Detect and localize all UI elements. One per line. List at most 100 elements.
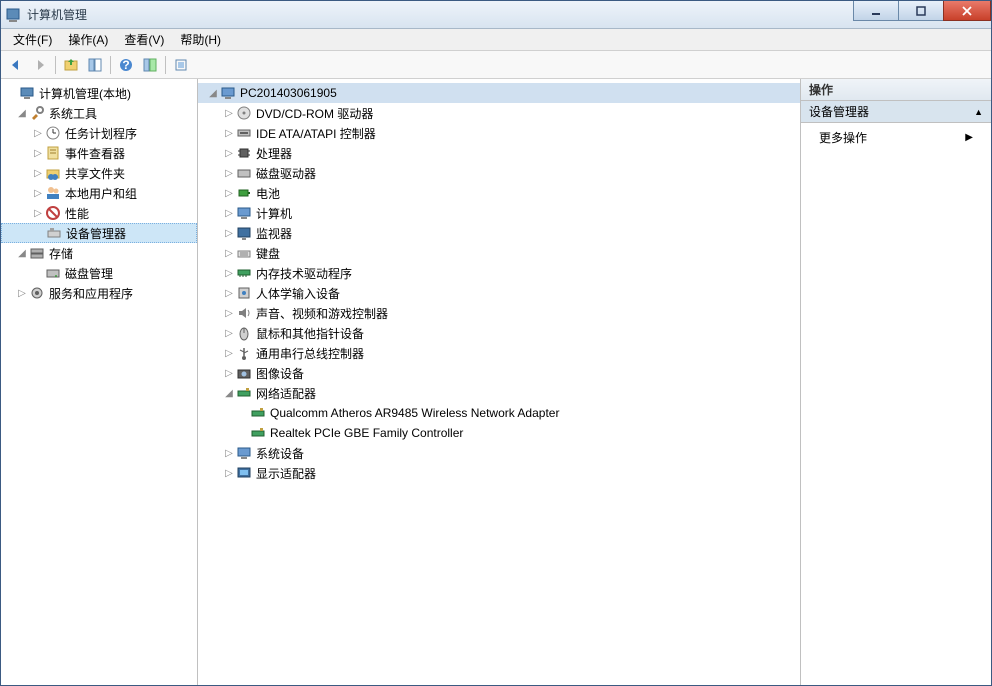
expander-icon[interactable]: ▷ — [222, 308, 236, 319]
console-tree[interactable]: ▷ 计算机管理(本地) ◢ 系统工具 ▷ 任务计划程序 ▷ 事件查看器 ▷ 共享… — [1, 79, 198, 685]
dev-ide[interactable]: ▷IDE ATA/ATAPI 控制器 — [198, 123, 800, 143]
expander-icon[interactable]: ▷ — [31, 208, 45, 219]
back-button[interactable] — [5, 54, 27, 76]
expander-icon[interactable]: ▷ — [222, 228, 236, 239]
maximize-button[interactable] — [898, 1, 944, 21]
dev-net-adapter-2[interactable]: Realtek PCIe GBE Family Controller — [198, 423, 800, 443]
dev-batteries[interactable]: ▷电池 — [198, 183, 800, 203]
expander-icon[interactable]: ◢ — [15, 248, 29, 259]
dev-computer[interactable]: ◢ PC201403061905 — [198, 83, 800, 103]
expander-icon[interactable]: ▷ — [31, 188, 45, 199]
tree-label: 监视器 — [256, 225, 292, 242]
forward-button[interactable] — [29, 54, 51, 76]
tree-shared-folders[interactable]: ▷ 共享文件夹 — [1, 163, 197, 183]
app-icon — [5, 7, 21, 23]
expander-icon[interactable]: ▷ — [222, 148, 236, 159]
window-buttons — [854, 1, 991, 21]
expander-icon[interactable]: ▷ — [222, 448, 236, 459]
show-hide-tree-button[interactable] — [84, 54, 106, 76]
dev-computers[interactable]: ▷计算机 — [198, 203, 800, 223]
dev-hid[interactable]: ▷ 人体学输入设备 — [198, 283, 800, 303]
expander-icon[interactable]: ▷ — [222, 128, 236, 139]
tree-label: 事件查看器 — [65, 145, 125, 162]
expander-icon[interactable]: ◢ — [222, 388, 236, 399]
dev-sound[interactable]: ▷声音、视频和游戏控制器 — [198, 303, 800, 323]
tree-label: 设备管理器 — [66, 225, 126, 242]
tree-local-users[interactable]: ▷ 本地用户和组 — [1, 183, 197, 203]
clock-icon — [45, 125, 61, 141]
expander-icon[interactable]: ▷ — [31, 148, 45, 159]
dev-keyboards[interactable]: ▷键盘 — [198, 243, 800, 263]
performance-icon — [45, 205, 61, 221]
menu-bar: 文件(F) 操作(A) 查看(V) 帮助(H) — [1, 29, 991, 51]
expander-icon[interactable]: ▷ — [222, 368, 236, 379]
minimize-button[interactable] — [853, 1, 899, 21]
expander-icon[interactable]: ▷ — [222, 208, 236, 219]
expander-icon[interactable]: ▷ — [222, 288, 236, 299]
expander-icon[interactable]: ▷ — [222, 248, 236, 259]
usb-icon — [236, 345, 252, 361]
computer-icon — [220, 85, 236, 101]
dev-processors[interactable]: ▷ 处理器 — [198, 143, 800, 163]
dev-net-adapter-1[interactable]: Qualcomm Atheros AR9485 Wireless Network… — [198, 403, 800, 423]
battery-icon — [236, 185, 252, 201]
up-button[interactable] — [60, 54, 82, 76]
expander-icon[interactable]: ▷ — [222, 328, 236, 339]
expander-icon[interactable]: ▷ — [222, 188, 236, 199]
tree-label: 图像设备 — [256, 365, 304, 382]
tree-performance[interactable]: ▷ 性能 — [1, 203, 197, 223]
expander-icon[interactable]: ▷ — [222, 468, 236, 479]
refresh-button[interactable] — [170, 54, 192, 76]
dev-usb[interactable]: ▷通用串行总线控制器 — [198, 343, 800, 363]
dev-monitors[interactable]: ▷ 监视器 — [198, 223, 800, 243]
tree-services[interactable]: ▷ 服务和应用程序 — [1, 283, 197, 303]
dev-imaging[interactable]: ▷ 图像设备 — [198, 363, 800, 383]
tree-label: 系统设备 — [256, 445, 304, 462]
tree-storage[interactable]: ◢ 存储 — [1, 243, 197, 263]
tree-root[interactable]: ▷ 计算机管理(本地) — [1, 83, 197, 103]
keyboard-icon — [236, 245, 252, 261]
dev-disk-drives[interactable]: ▷磁盘驱动器 — [198, 163, 800, 183]
dev-network[interactable]: ◢ 网络适配器 — [198, 383, 800, 403]
menu-action[interactable]: 操作(A) — [60, 29, 116, 50]
tree-system-tools[interactable]: ◢ 系统工具 — [1, 103, 197, 123]
expander-icon[interactable]: ▷ — [31, 168, 45, 179]
expander-icon[interactable]: ▷ — [15, 288, 29, 299]
tree-label: 存储 — [49, 245, 73, 262]
expander-icon[interactable]: ▷ — [222, 168, 236, 179]
tree-label: 网络适配器 — [256, 385, 316, 402]
tree-label: 处理器 — [256, 145, 292, 162]
storage-icon — [29, 245, 45, 261]
tree-disk-mgmt[interactable]: ▷ 磁盘管理 — [1, 263, 197, 283]
menu-file[interactable]: 文件(F) — [5, 29, 60, 50]
properties-button[interactable] — [139, 54, 161, 76]
actions-section[interactable]: 设备管理器 ▲ — [801, 101, 991, 123]
tree-label: 人体学输入设备 — [256, 285, 340, 302]
tree-device-manager[interactable]: ▷ 设备管理器 — [1, 223, 197, 243]
device-tree[interactable]: ◢ PC201403061905 ▷DVD/CD-ROM 驱动器 ▷IDE AT… — [198, 79, 801, 685]
memory-icon — [236, 265, 252, 281]
tree-label: 显示适配器 — [256, 465, 316, 482]
mouse-icon — [236, 325, 252, 341]
submenu-icon: ▶ — [965, 132, 973, 143]
expander-icon[interactable]: ◢ — [206, 88, 220, 99]
expander-icon[interactable]: ▷ — [222, 348, 236, 359]
help-button[interactable]: ? — [115, 54, 137, 76]
menu-view[interactable]: 查看(V) — [116, 29, 172, 50]
dev-memtech[interactable]: ▷内存技术驱动程序 — [198, 263, 800, 283]
expander-icon[interactable]: ▷ — [31, 128, 45, 139]
services-icon — [29, 285, 45, 301]
expander-icon[interactable]: ▷ — [222, 268, 236, 279]
dev-display[interactable]: ▷ 显示适配器 — [198, 463, 800, 483]
disk-drive-icon — [236, 165, 252, 181]
expander-icon[interactable]: ◢ — [15, 108, 29, 119]
dev-system[interactable]: ▷ 系统设备 — [198, 443, 800, 463]
close-button[interactable] — [943, 1, 991, 21]
actions-more[interactable]: 更多操作 ▶ — [801, 123, 991, 152]
menu-help[interactable]: 帮助(H) — [172, 29, 229, 50]
dev-mice[interactable]: ▷鼠标和其他指针设备 — [198, 323, 800, 343]
dev-dvd[interactable]: ▷DVD/CD-ROM 驱动器 — [198, 103, 800, 123]
expander-icon[interactable]: ▷ — [222, 108, 236, 119]
tree-task-scheduler[interactable]: ▷ 任务计划程序 — [1, 123, 197, 143]
tree-event-viewer[interactable]: ▷ 事件查看器 — [1, 143, 197, 163]
